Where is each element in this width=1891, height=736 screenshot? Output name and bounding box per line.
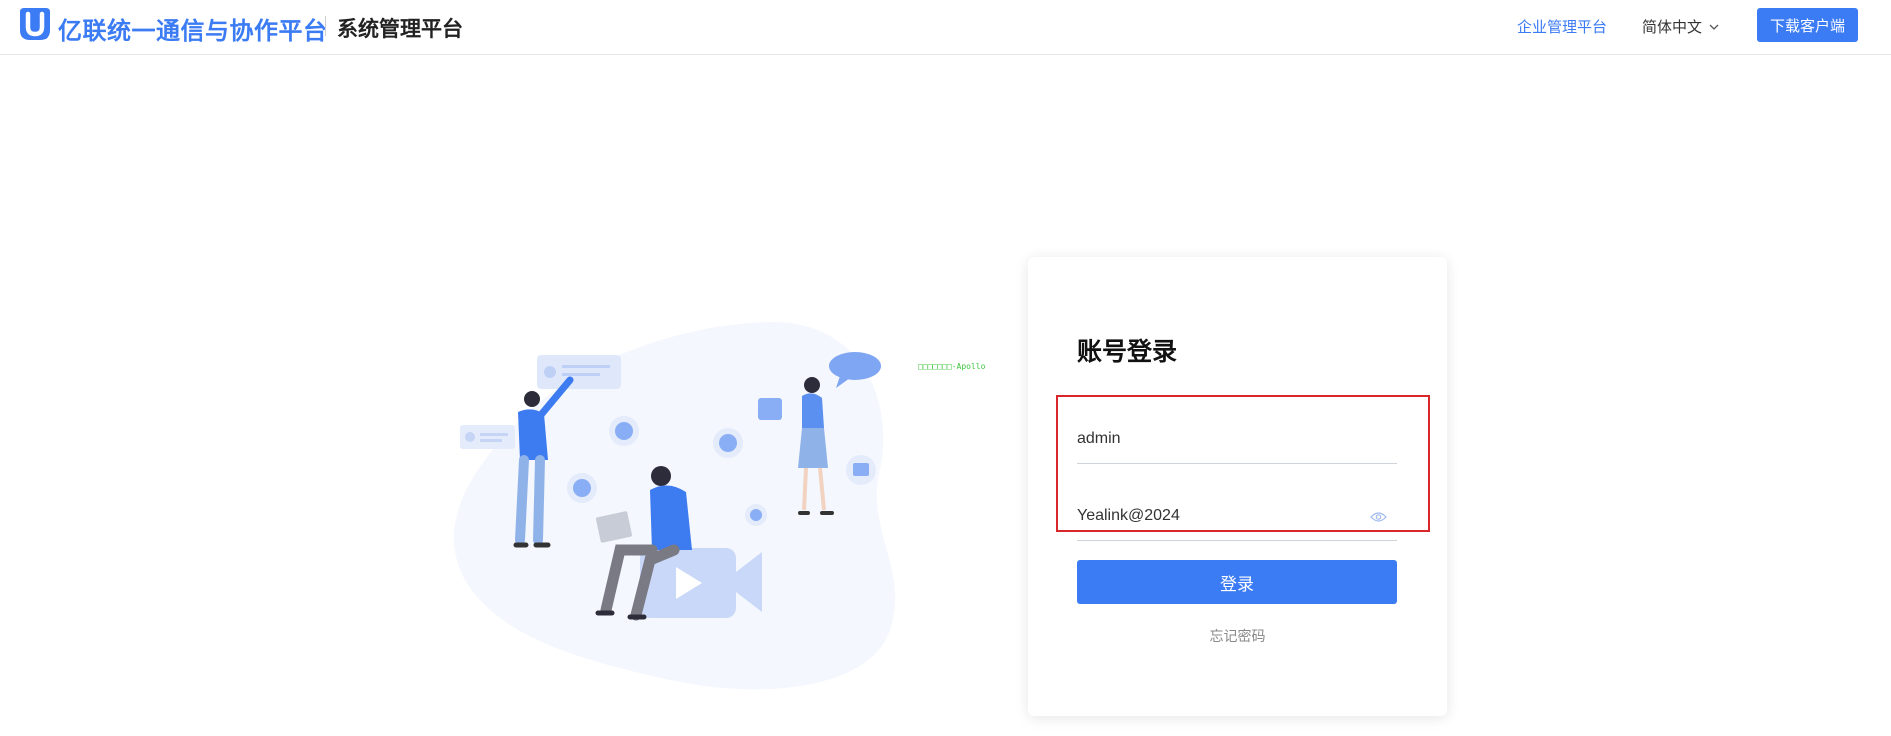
header-divider	[325, 16, 326, 36]
brand-name: 亿联统一通信与协作平台	[58, 18, 328, 45]
chevron-down-icon	[1709, 24, 1719, 30]
language-selector[interactable]: 简体中文	[1642, 16, 1720, 37]
system-title: 系统管理平台	[337, 18, 463, 41]
download-client-button[interactable]: 下载客户端	[1757, 8, 1858, 42]
login-title: 账号登录	[1077, 338, 1178, 366]
language-label: 简体中文	[1642, 19, 1703, 36]
top-header: 亿联统一通信与协作平台 系统管理平台 企业管理平台 简体中文 下载客户端	[0, 0, 1891, 55]
forgot-password-link[interactable]: 忘记密码	[1028, 626, 1447, 646]
logo-icon	[20, 8, 50, 40]
enterprise-management-link[interactable]: 企业管理平台	[1517, 16, 1607, 37]
password-input[interactable]	[1077, 507, 1357, 525]
collaboration-illustration	[453, 321, 896, 690]
password-field[interactable]	[1077, 495, 1397, 541]
illustration-caption: □□□□□□□-Apollo	[918, 362, 986, 371]
login-button[interactable]: 登录	[1077, 560, 1397, 604]
username-field[interactable]	[1077, 418, 1397, 464]
username-input[interactable]	[1077, 430, 1357, 448]
eye-icon[interactable]	[1370, 511, 1387, 523]
login-card: 账号登录 登录 忘记密码	[1028, 257, 1447, 716]
